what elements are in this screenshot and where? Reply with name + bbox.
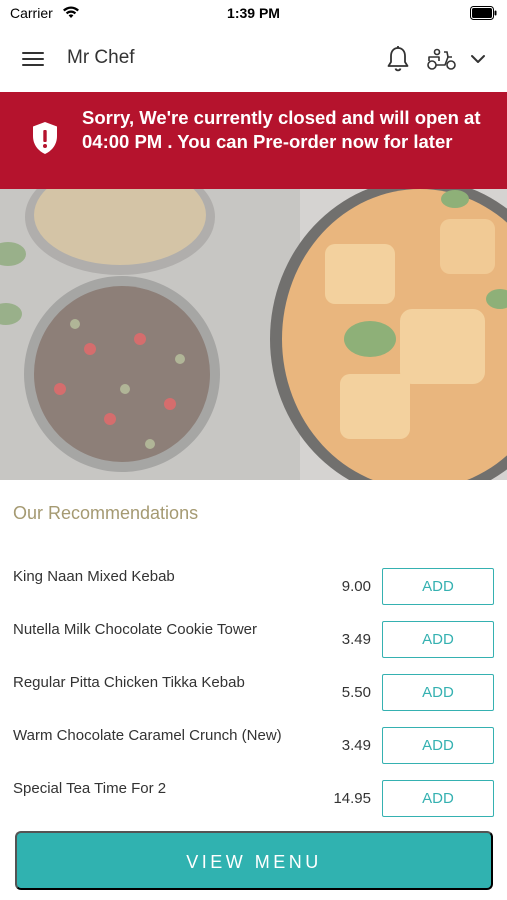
item-price: 5.50: [341, 684, 371, 701]
closed-message: Sorry, We're currently closed and will o…: [82, 107, 481, 152]
status-bar: Carrier 1:39 PM: [0, 0, 507, 28]
add-button[interactable]: ADD: [382, 727, 494, 764]
item-name: King Naan Mixed Kebab: [13, 568, 175, 585]
recommendation-item: Special Tea Time For 2 14.95 ADD: [0, 780, 507, 820]
item-name: Warm Chocolate Caramel Crunch (New): [13, 727, 282, 744]
recommendation-item: Nutella Milk Chocolate Cookie Tower 3.49…: [0, 621, 507, 661]
item-name: Nutella Milk Chocolate Cookie Tower: [13, 621, 257, 638]
delivery-scooter-icon[interactable]: [426, 47, 458, 71]
bell-icon[interactable]: [386, 45, 410, 73]
hero-food-image: [0, 189, 507, 480]
item-price: 3.49: [341, 737, 371, 754]
recommendation-item: King Naan Mixed Kebab 9.00 ADD: [0, 568, 507, 608]
item-price: 14.95: [333, 790, 371, 807]
battery-icon: [470, 6, 497, 20]
food-illustration: [0, 189, 507, 480]
item-name: Special Tea Time For 2: [13, 780, 167, 797]
status-time: 1:39 PM: [227, 5, 280, 21]
item-price: 3.49: [341, 631, 371, 648]
add-button[interactable]: ADD: [382, 568, 494, 605]
shield-exclamation-icon: [33, 122, 57, 154]
recommendation-item: Regular Pitta Chicken Tikka Kebab 5.50 A…: [0, 674, 507, 714]
closed-banner: Sorry, We're currently closed and will o…: [0, 92, 507, 189]
app-bar: Mr Chef: [0, 28, 507, 92]
item-name: Regular Pitta Chicken Tikka Kebab: [13, 674, 245, 691]
item-price: 9.00: [341, 578, 371, 595]
restaurant-title: Mr Chef: [67, 47, 135, 68]
view-menu-button[interactable]: VIEW MENU: [15, 831, 493, 890]
menu-icon[interactable]: [22, 49, 46, 71]
recommendations-title: Our Recommendations: [13, 503, 199, 523]
chevron-down-icon[interactable]: [470, 52, 486, 66]
recommendation-item: Warm Chocolate Caramel Crunch (New) 3.49…: [0, 727, 507, 767]
add-button[interactable]: ADD: [382, 621, 494, 658]
add-button[interactable]: ADD: [382, 780, 494, 817]
add-button[interactable]: ADD: [382, 674, 494, 711]
